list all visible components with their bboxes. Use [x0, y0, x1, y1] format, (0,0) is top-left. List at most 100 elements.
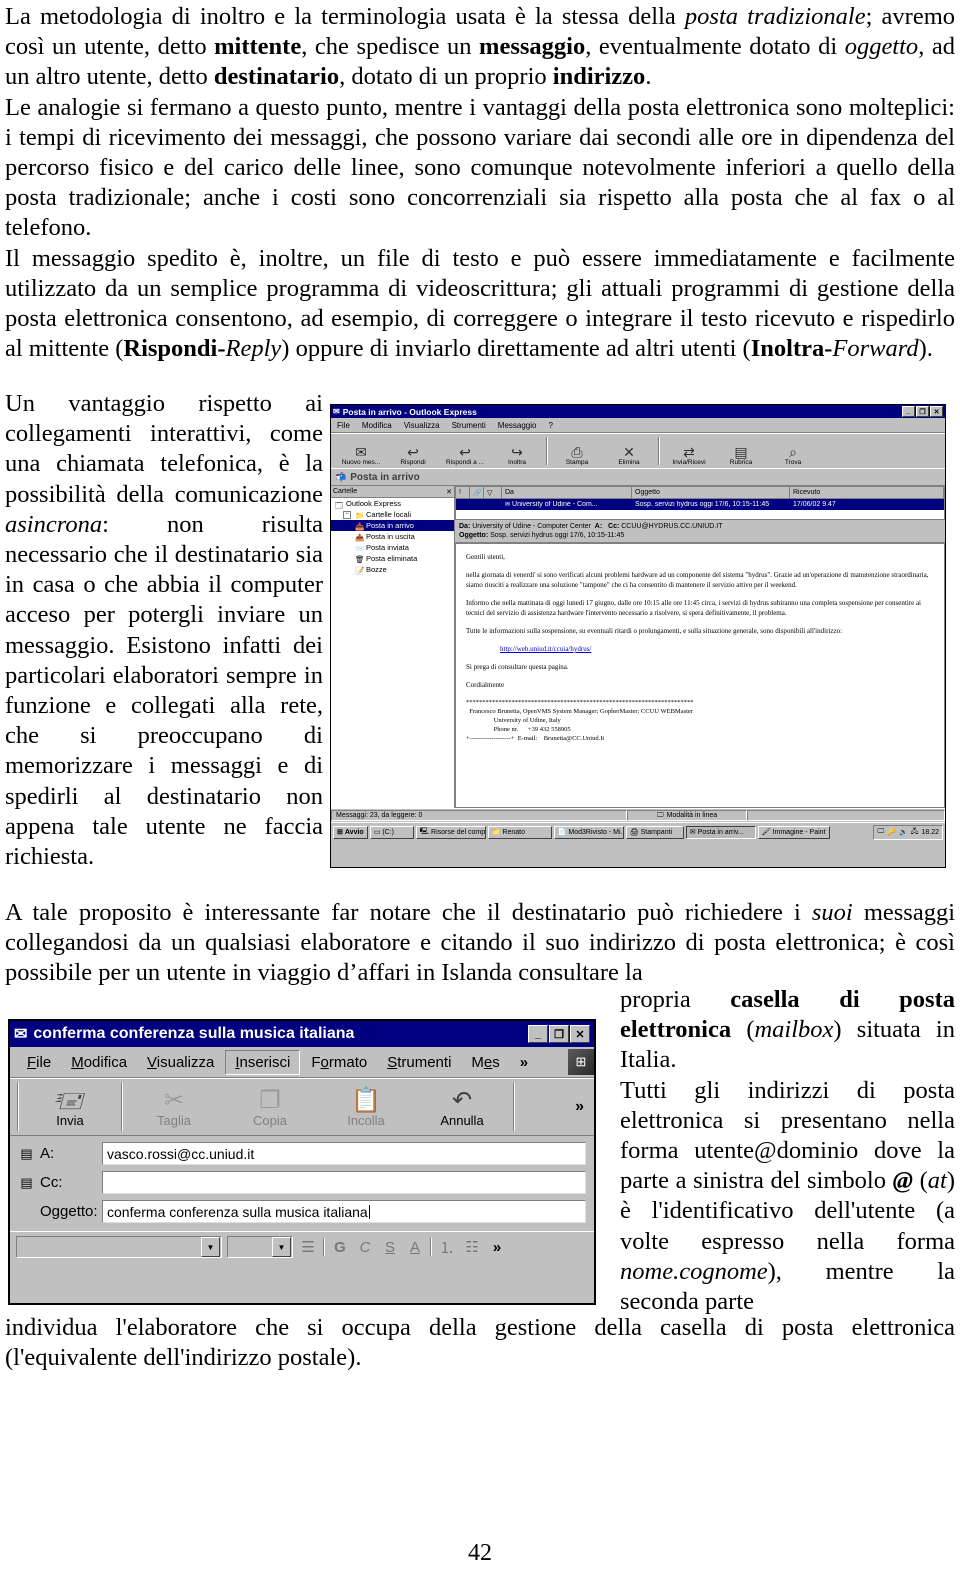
menu-modifica[interactable]: Modifica [356, 421, 398, 430]
numbered-list-icon[interactable]: ⒈ [437, 1237, 457, 1257]
toolbar-find[interactable]: ⌕ Trova [767, 444, 819, 468]
left-column-text: Un vantaggio rispetto ai collegamenti in… [5, 389, 323, 872]
taskbar-item-my-computer[interactable]: 🖳 Risorse del comp... [415, 825, 486, 839]
column-flag[interactable]: ▽ [484, 487, 502, 498]
address-fields: ▤ A: vasco.rossi@cc.uniud.it ▤ Cc: Ogget… [10, 1136, 594, 1231]
folder-icon: 📁 [355, 510, 365, 520]
paragraph-6: propria casella di posta elettronica (ma… [620, 986, 955, 1074]
cc-input[interactable] [102, 1171, 586, 1194]
column-ricevuto[interactable]: Ricevuto [790, 487, 944, 498]
toolbar-new-message[interactable]: ✉ Nuovo mes... [335, 444, 387, 468]
start-button-label: Avvio [344, 828, 364, 836]
toolbar-copy[interactable]: ❐ Copia [222, 1087, 318, 1127]
format-overflow-chevron[interactable]: » [487, 1237, 507, 1257]
toolbar-send[interactable]: 🖅 Invia [22, 1087, 118, 1127]
menu-visualizza[interactable]: Visualizza [398, 421, 446, 430]
subject-input[interactable]: conferma conferenza sulla musica italian… [102, 1200, 586, 1223]
toolbar-forward[interactable]: ↪ Inoltra [491, 444, 543, 468]
restore-button[interactable]: ❐ [549, 1025, 569, 1043]
key-icon[interactable]: 🔑 [887, 828, 896, 836]
table-row[interactable]: ✉ University of Udine - Com... Sosp. ser… [456, 499, 944, 510]
field-row-to: ▤ A: vasco.rossi@cc.uniud.it [18, 1142, 586, 1165]
font-size-select[interactable]: ▼ [227, 1236, 293, 1258]
tree-item-posta-eliminata[interactable]: 🗑 Posta eliminata [331, 553, 454, 564]
chevron-down-icon[interactable]: ▼ [201, 1237, 220, 1257]
start-button[interactable]: ⊞ Avvio [333, 825, 368, 839]
body-link[interactable]: http://web.uniud.it/ccuia/hydrus/ [500, 645, 591, 653]
inbox-status-bar: Messaggi: 23, da leggere: 0 🖵 Modalità i… [331, 808, 945, 822]
toolbar-send-receive[interactable]: ⇄ Invia/Ricevi [663, 444, 715, 468]
toolbar-delete[interactable]: ✕ Elimina [603, 444, 655, 468]
menu-file[interactable]: File [331, 421, 356, 430]
toolbar-address-book[interactable]: ▤ Rubrica [715, 444, 767, 468]
menu-modifica[interactable]: Modifica [62, 1051, 136, 1074]
column-attachment[interactable]: 🔗 [470, 487, 484, 498]
toolbar-paste[interactable]: 📋 Incolla [318, 1087, 414, 1127]
tree-item-posta-in-arrivo[interactable]: 📥 Posta in arrivo [331, 520, 454, 531]
signature-line-3: Phone nr. +39 432 558905 [466, 726, 571, 733]
tree-item-bozze[interactable]: 📝 Bozze [331, 564, 454, 575]
restore-button[interactable]: ❐ [916, 406, 929, 417]
toolbar-reply[interactable]: ↩ Rispondi [387, 444, 439, 468]
preview-cc-value: CCUU@HYDRUS.CC.UNIUD.IT [621, 523, 723, 530]
toolbar-print[interactable]: ⎙ Stampa [551, 444, 603, 468]
minimize-button[interactable]: _ [528, 1025, 548, 1043]
tree-expander[interactable]: − [343, 510, 351, 519]
bulleted-list-icon[interactable]: ☷ [462, 1237, 482, 1257]
message-pane: ! 🔗 ▽ Da Oggetto Ricevuto ✉ University o… [455, 486, 945, 808]
inbox-toolbar: ✉ Nuovo mes... ↩ Rispondi ↩ Rispondi a .… [331, 433, 945, 468]
menu-file[interactable]: File [18, 1051, 60, 1074]
toolbar-overflow-chevron[interactable]: » [569, 1098, 590, 1116]
taskbar-item-renato[interactable]: 📁 Renato [487, 825, 552, 839]
column-priority[interactable]: ! [456, 487, 470, 498]
underline-icon[interactable]: S [380, 1237, 400, 1257]
menu-overflow-chevron[interactable]: » [511, 1051, 537, 1074]
close-icon[interactable]: ✕ [446, 488, 452, 496]
toolbar-cut[interactable]: ✂ Taglia [126, 1087, 222, 1127]
tree-item-outlook-express[interactable]: 🗔 Outlook Express [331, 498, 454, 510]
to-input[interactable]: vasco.rossi@cc.uniud.it [102, 1142, 586, 1165]
minimize-button[interactable]: _ [902, 406, 915, 417]
drive-icon: ▭ [373, 829, 381, 836]
toolbar-undo[interactable]: ↶ Annulla [414, 1087, 510, 1127]
chevron-down-icon[interactable]: ▼ [272, 1237, 291, 1257]
toolbar-address-book-label: Rubrica [729, 458, 753, 466]
taskbar-item-word[interactable]: 📄 Mod3Rivisto - Mi... [553, 825, 624, 839]
font-color-icon[interactable]: A [405, 1237, 425, 1257]
toolbar-reply-all[interactable]: ↩ Rispondi a ... [439, 444, 491, 468]
taskbar-item-printers[interactable]: 🖨 Stampanti [625, 825, 684, 839]
menu-formato[interactable]: Formato [302, 1051, 376, 1074]
paragraph-style-icon[interactable]: ☰ [298, 1237, 318, 1257]
menu-help[interactable]: ? [542, 421, 558, 430]
close-button[interactable]: ✕ [930, 406, 943, 417]
column-oggetto[interactable]: Oggetto [632, 487, 790, 498]
menu-visualizza[interactable]: Visualizza [138, 1051, 223, 1074]
inbox-titlebar: ✉ Posta in arrivo - Outlook Express _ ❐ … [331, 405, 945, 418]
taskbar-clock[interactable]: 18.22 [921, 829, 939, 836]
monitor-icon[interactable]: 🖵 [877, 828, 884, 836]
format-separator-1 [323, 1238, 325, 1256]
tree-item-posta-inviata[interactable]: 📨 Posta inviata [331, 542, 454, 553]
taskbar-item-paint[interactable]: 🖌 Immagine - Paint [757, 825, 830, 839]
toolbar-new-message-label: Nuovo mes... [341, 458, 381, 466]
italic-icon[interactable]: C [355, 1237, 375, 1257]
menu-strumenti[interactable]: Strumenti [446, 421, 492, 430]
menu-messaggio[interactable]: Mes [462, 1051, 508, 1074]
modem-icon[interactable]: 🖧 [911, 827, 919, 838]
address-book-icon[interactable]: ▤ [18, 1175, 35, 1191]
taskbar-item-drive[interactable]: ▭ (C:) [369, 825, 414, 839]
tree-item-cartelle-locali[interactable]: − 📁 Cartelle locali [331, 509, 454, 520]
tree-item-posta-in-uscita[interactable]: 📤 Posta in uscita [331, 531, 454, 542]
column-da[interactable]: Da [502, 487, 632, 498]
taskbar-item-outlook[interactable]: ✉ Posta in arriv... [685, 825, 756, 839]
menu-messaggio[interactable]: Messaggio [492, 421, 543, 430]
sent-icon: 📨 [355, 543, 365, 553]
body-paragraph-1: nella giornata di venerdi' si sono verif… [466, 571, 929, 589]
font-family-select[interactable]: ▼ [16, 1236, 222, 1258]
speaker-icon[interactable]: 🔊 [899, 828, 908, 836]
menu-strumenti[interactable]: Strumenti [378, 1051, 460, 1074]
address-book-icon[interactable]: ▤ [18, 1146, 35, 1162]
close-button[interactable]: ✕ [570, 1025, 590, 1043]
menu-inserisci[interactable]: Inserisci [225, 1049, 301, 1075]
bold-icon[interactable]: G [330, 1237, 350, 1257]
